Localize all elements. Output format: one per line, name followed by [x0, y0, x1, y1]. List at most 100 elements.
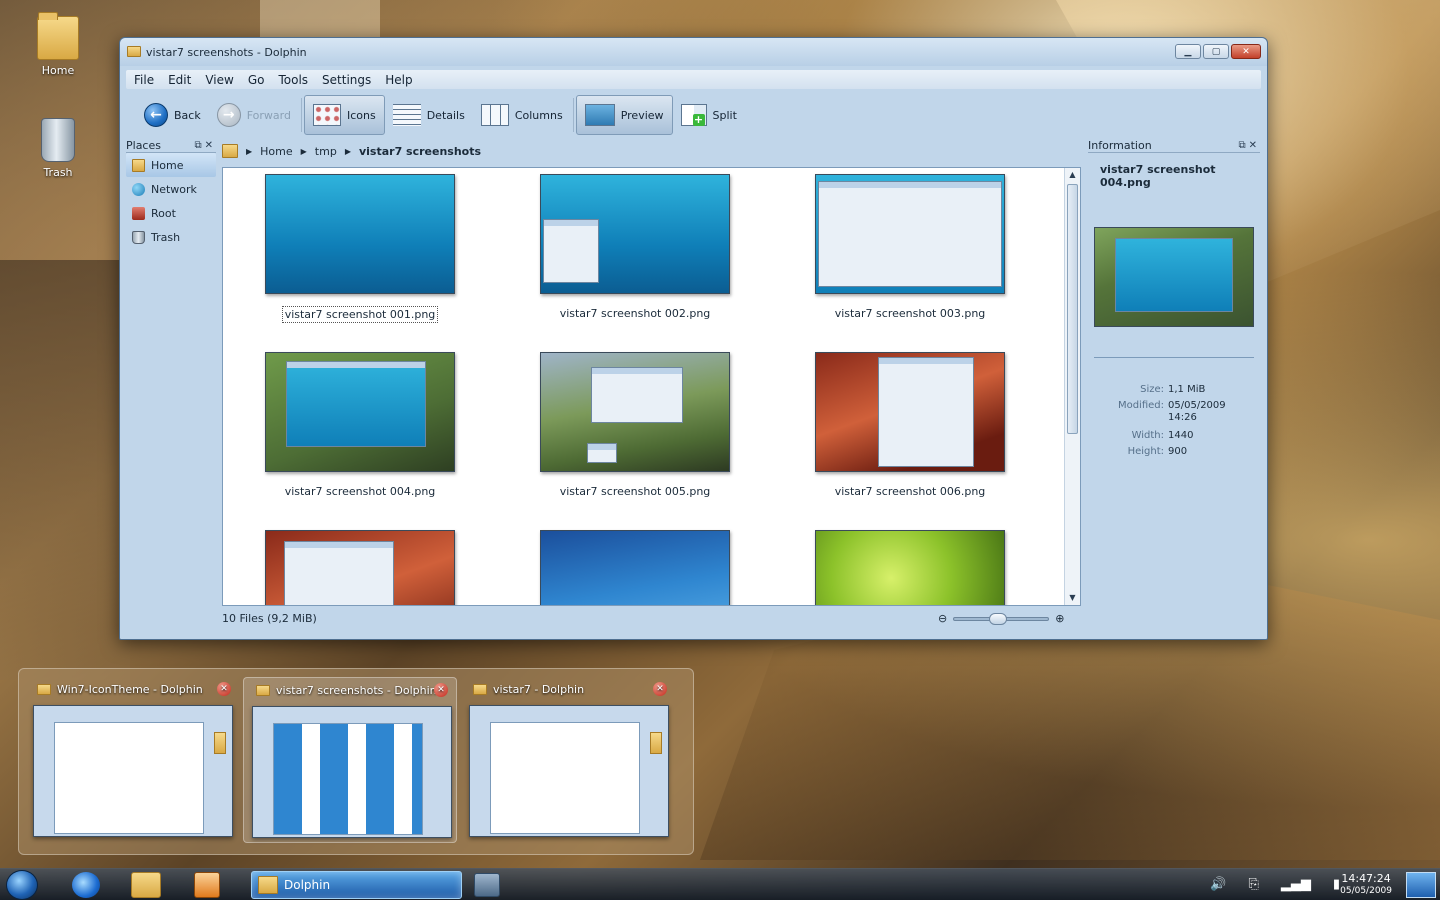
zoom-out-icon[interactable]: ⊖ — [938, 612, 947, 625]
file-thumbnail — [265, 352, 455, 472]
breadcrumb-current[interactable]: vistar7 screenshots — [359, 145, 481, 158]
home-folder-icon[interactable] — [222, 144, 238, 158]
file-view[interactable]: vistar7 screenshot 001.png vistar7 scree… — [222, 167, 1081, 606]
menu-go[interactable]: Go — [248, 73, 265, 87]
place-trash[interactable]: Trash — [126, 225, 216, 249]
information-panel: Information ⧉✕ vistar7 screenshot 004.pn… — [1088, 138, 1260, 608]
close-task-icon[interactable]: ✕ — [217, 682, 231, 696]
details-view-button[interactable]: Details — [385, 95, 473, 135]
switcher-item[interactable]: Win7-IconTheme - Dolphin ✕ — [25, 677, 239, 843]
preview-button[interactable]: Preview — [575, 95, 673, 135]
vertical-scrollbar[interactable]: ▲ ▼ — [1064, 168, 1080, 605]
place-label: Root — [151, 206, 176, 220]
file-item[interactable]: vistar7 screenshot 003.png — [800, 174, 1020, 321]
battery-icon[interactable]: ▮ — [1333, 877, 1340, 892]
volume-icon[interactable]: 🔊 — [1210, 877, 1226, 892]
scroll-down-icon[interactable]: ▼ — [1065, 591, 1080, 605]
info-divider — [1094, 357, 1254, 358]
columns-view-icon — [480, 104, 509, 126]
taskbar-task-window[interactable] — [474, 873, 500, 897]
breadcrumb-tmp[interactable]: tmp — [315, 145, 337, 158]
show-desktop-button[interactable] — [1406, 872, 1436, 898]
taskbar-task-dolphin[interactable]: Dolphin — [251, 871, 462, 899]
zoom-slider-handle[interactable] — [989, 612, 1008, 625]
switcher-item-title: vistar7 screenshots - Dolphin — [276, 683, 437, 697]
switcher-item[interactable]: vistar7 - Dolphin ✕ — [461, 677, 675, 843]
maximize-button[interactable]: ▢ — [1203, 44, 1229, 59]
menu-view[interactable]: View — [205, 73, 233, 87]
clock-time: 14:47:24 — [1341, 872, 1391, 885]
menu-edit[interactable]: Edit — [168, 73, 191, 87]
home-folder-icon — [37, 12, 79, 60]
switcher-item-title: vistar7 - Dolphin — [493, 682, 585, 696]
place-label: Network — [151, 182, 197, 196]
file-thumbnail — [815, 530, 1005, 605]
file-item[interactable] — [250, 530, 470, 605]
icons-view-button[interactable]: Icons — [303, 95, 385, 135]
menu-file[interactable]: File — [134, 73, 154, 87]
system-tray: 🔊 ⎘ ▂▄▆ ▮ — [1210, 877, 1340, 892]
place-network[interactable]: Network — [126, 177, 216, 201]
file-name: vistar7 screenshot 005.png — [559, 485, 711, 498]
scroll-thumb[interactable] — [1067, 184, 1078, 434]
breadcrumb-arrow-icon[interactable]: ▶ — [345, 147, 351, 156]
desktop-icon-label: Trash — [43, 166, 73, 179]
split-icon — [680, 104, 707, 126]
details-view-icon — [392, 104, 421, 126]
file-item[interactable]: vistar7 screenshot 004.png — [250, 352, 470, 499]
file-item[interactable] — [800, 530, 1020, 605]
forward-arrow-icon: → — [216, 103, 241, 127]
folder-icon — [258, 876, 278, 894]
place-home[interactable]: Home — [126, 153, 216, 177]
start-button[interactable] — [6, 870, 38, 900]
breadcrumb-arrow-icon[interactable]: ▶ — [246, 147, 252, 156]
title-bar[interactable]: vistar7 screenshots - Dolphin ▁ ▢ ✕ — [120, 38, 1267, 66]
menu-help[interactable]: Help — [385, 73, 412, 87]
file-item[interactable]: vistar7 screenshot 005.png — [525, 352, 745, 499]
meta-modified-time: 14:26 — [1168, 412, 1197, 423]
file-thumbnail — [815, 352, 1005, 472]
device-icon[interactable]: ⎘ — [1248, 877, 1258, 892]
close-button[interactable]: ✕ — [1231, 44, 1261, 59]
file-item[interactable]: vistar7 screenshot 002.png — [525, 174, 745, 321]
clock[interactable]: 14:47:24 05/05/2009 — [1340, 872, 1392, 898]
file-item[interactable]: vistar7 screenshot 001.png — [250, 174, 470, 323]
close-panel-icon[interactable]: ✕ — [205, 140, 216, 151]
detach-icon[interactable]: ⧉ — [194, 140, 204, 151]
place-root[interactable]: Root — [126, 201, 216, 225]
desktop-icon-home[interactable]: Home — [18, 12, 98, 77]
file-item[interactable] — [525, 530, 745, 605]
breadcrumb-home[interactable]: Home — [260, 145, 292, 158]
menu-settings[interactable]: Settings — [322, 73, 371, 87]
forward-button[interactable]: → Forward — [209, 95, 299, 135]
network-signal-icon[interactable]: ▂▄▆ — [1281, 877, 1311, 892]
internet-explorer-icon[interactable] — [72, 872, 100, 898]
back-button[interactable]: ← Back — [136, 95, 209, 135]
file-manager-icon[interactable] — [131, 872, 161, 898]
place-label: Trash — [151, 230, 181, 244]
split-button[interactable]: Split — [673, 95, 745, 135]
desktop-icon-label: Home — [41, 64, 75, 77]
breadcrumb-arrow-icon[interactable]: ▶ — [301, 147, 307, 156]
toolbar: ← Back → Forward Icons Details Columns P… — [126, 93, 1261, 137]
forward-label: Forward — [246, 108, 291, 122]
clock-date: 05/05/2009 — [1340, 886, 1392, 896]
menu-tools[interactable]: Tools — [278, 73, 308, 87]
file-name: vistar7 screenshot 004.png — [284, 485, 436, 498]
switcher-item-active[interactable]: vistar7 screenshots - Dolphin ✕ — [243, 677, 457, 843]
file-item[interactable]: vistar7 screenshot 006.png — [800, 352, 1020, 499]
close-task-icon[interactable]: ✕ — [434, 683, 448, 697]
media-player-icon[interactable] — [194, 872, 220, 898]
desktop-icon-trash[interactable]: Trash — [18, 118, 98, 179]
close-panel-icon[interactable]: ✕ — [1249, 140, 1260, 151]
zoom-slider[interactable] — [953, 612, 1050, 625]
back-arrow-icon: ← — [144, 103, 168, 127]
columns-view-button[interactable]: Columns — [473, 95, 571, 135]
zoom-in-icon[interactable]: ⊕ — [1055, 612, 1064, 625]
scroll-up-icon[interactable]: ▲ — [1065, 168, 1080, 182]
close-task-icon[interactable]: ✕ — [653, 682, 667, 696]
places-title: Places — [126, 138, 161, 152]
detach-icon[interactable]: ⧉ — [1238, 140, 1248, 151]
minimize-button[interactable]: ▁ — [1175, 44, 1201, 59]
file-name: vistar7 screenshot 001.png — [281, 306, 439, 323]
